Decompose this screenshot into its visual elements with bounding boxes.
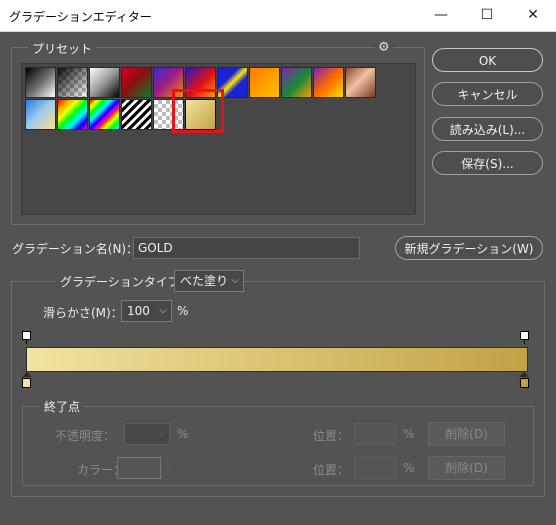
opacity-stop-right-stem [524,340,525,344]
cancel-button[interactable]: キャンセル [432,82,543,106]
preset-swatch[interactable] [121,99,152,130]
preset-swatch[interactable] [345,67,376,98]
color-position-unit: % [403,461,415,475]
save-button[interactable]: 保存(S)... [432,151,543,175]
maximize-button[interactable]: ☐ [464,0,510,31]
gradient-name-input[interactable]: GOLD [133,237,360,259]
gradient-name-label: グラデーション名(N)： [12,242,139,256]
opacity-unit: % [177,427,189,441]
selection-highlight [172,89,224,133]
opacity-stop-right[interactable] [520,331,529,340]
color-stop-right[interactable] [520,378,529,388]
preset-swatch[interactable] [89,67,120,98]
opacity-select[interactable]: ⌵ [124,423,170,445]
color-position-input[interactable] [354,457,396,479]
new-gradient-button[interactable]: 新規グラデーション(W) [395,236,543,260]
ok-button[interactable]: OK [432,48,543,72]
color-swatch-field[interactable] [117,457,161,479]
stops-legend: 終了点 [40,398,85,415]
presets-legend: プリセット [28,40,97,57]
gear-icon[interactable]: ⚙ [375,40,393,55]
opacity-stop-left-stem [26,340,27,344]
delete-color-stop-button[interactable]: 削除(D) [428,456,505,480]
preset-swatch[interactable] [281,67,312,98]
chevron-down-icon: ⌵ [159,305,167,316]
preset-swatch[interactable] [249,67,280,98]
gradient-type-select[interactable]: べた塗り ⌵ [174,270,244,292]
chevron-down-icon: ⌵ [231,275,239,286]
load-button[interactable]: 読み込み(L)... [432,117,543,141]
gradient-preview-bar[interactable] [26,347,528,372]
preset-swatch[interactable] [57,67,88,98]
chevron-down-icon: ⌵ [165,459,173,470]
opacity-label: 不透明度： [55,429,116,443]
color-position-label: 位置： [313,463,350,477]
smoothness-value: 100 [127,304,150,318]
preset-swatch[interactable] [25,67,56,98]
opacity-position-input[interactable] [354,423,396,445]
gradient-type-value: べた塗り [180,274,229,288]
smoothness-unit: % [177,304,189,318]
preset-swatch[interactable] [57,99,88,130]
preset-swatch[interactable] [89,99,120,130]
delete-opacity-stop-button[interactable]: 削除(D) [428,422,505,446]
color-stop-right-tip [519,372,529,377]
opacity-position-unit: % [403,427,415,441]
preset-swatch[interactable] [121,67,152,98]
close-button[interactable]: ✕ [510,0,556,31]
opacity-position-label: 位置： [313,429,350,443]
preset-swatch[interactable] [25,99,56,130]
preset-swatch[interactable] [313,67,344,98]
window-title: グラデーションエディター [9,10,152,24]
color-stop-left[interactable] [22,378,31,388]
opacity-stop-left[interactable] [22,331,31,340]
smoothness-select[interactable]: 100 ⌵ [121,300,172,322]
chevron-down-icon: ⌵ [157,428,165,439]
smoothness-label: 滑らかさ(M)： [43,306,123,320]
preset-swatch-area[interactable] [21,63,416,215]
title-bar: グラデーションエディター — ☐ ✕ [0,0,556,32]
minimize-button[interactable]: — [418,0,464,31]
color-stop-left-tip [22,372,32,377]
